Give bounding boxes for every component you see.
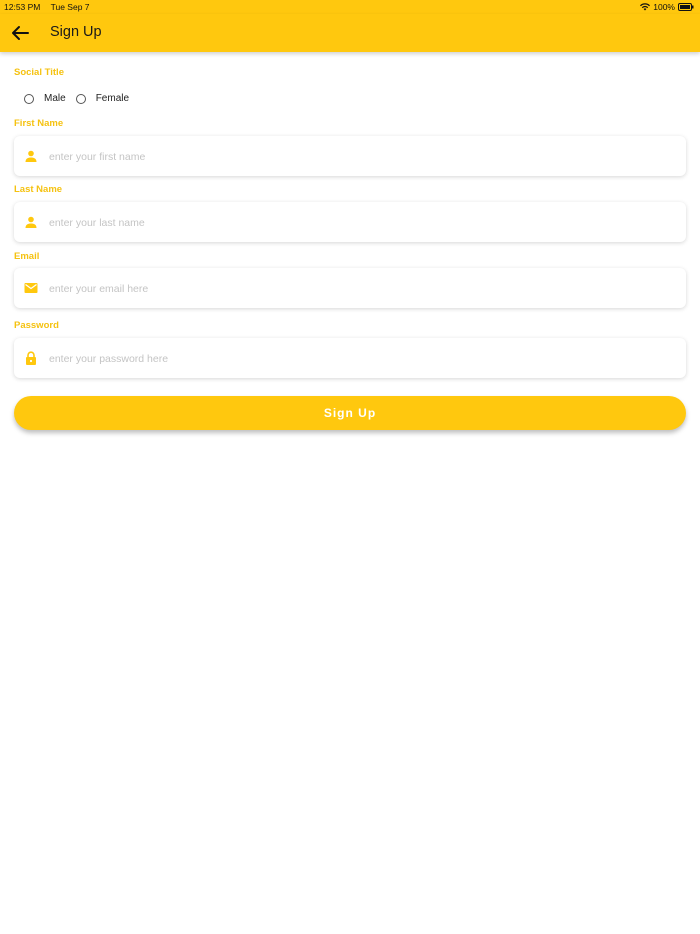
status-time: 12:53 PM [4,2,41,12]
password-input[interactable] [47,338,671,380]
radio-male-label: Male [44,93,66,104]
social-title-label: Social Title [14,67,64,78]
battery-icon [678,3,694,11]
person-icon [25,150,37,162]
radio-female[interactable] [75,93,86,104]
last-name-input[interactable] [47,202,671,244]
radio-female-label: Female [95,93,130,104]
mail-icon [24,283,38,293]
radio-male[interactable] [24,93,34,104]
password-label: Password [14,320,59,331]
email-label: Email [14,251,40,262]
wifi-icon [640,3,651,11]
app-bar: Sign Up [0,14,700,52]
lock-icon [26,351,36,365]
email-input[interactable] [47,268,671,310]
first-name-field [14,136,686,178]
password-field [14,338,686,380]
email-field [14,268,686,310]
person-icon [25,216,37,228]
page-title: Sign Up [50,24,102,40]
social-title-radio-group: Male Female [24,93,139,104]
last-name-field [14,202,686,244]
arrow-left-icon[interactable] [10,24,30,42]
status-date: Tue Sep 7 [50,2,90,12]
first-name-label: First Name [14,118,64,129]
sign-up-button[interactable]: Sign Up [14,396,686,430]
last-name-label: Last Name [14,184,63,195]
status-bar: 12:53 PM Tue Sep 7 100% [0,0,700,14]
first-name-input[interactable] [47,136,671,178]
battery-percent: 100% [653,2,675,12]
